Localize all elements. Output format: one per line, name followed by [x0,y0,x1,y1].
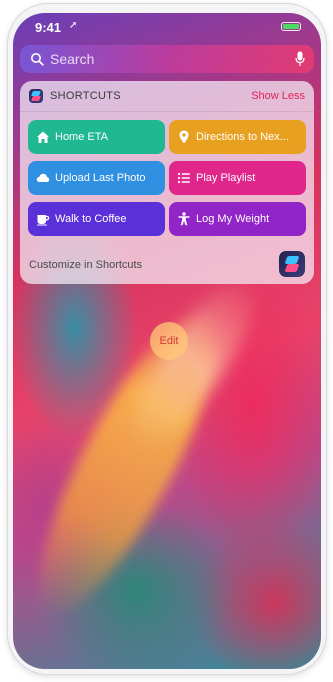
location-arrow-icon: ➚ [69,20,78,31]
status-time: 9:41 [35,20,62,35]
shortcut-label: Log My Weight [196,213,270,225]
home-screen: 9:41 ➚ Search SHORTCUTS Show Less Home E… [13,13,321,669]
list-icon [177,172,190,184]
battery-icon [281,22,301,31]
coffee-cup-icon [37,215,50,226]
shortcut-log-my-weight[interactable]: Log My Weight [169,202,306,236]
search-icon [31,53,44,66]
shortcut-directions[interactable]: Directions to Nex... [169,120,306,154]
widget-header: SHORTCUTS Show Less [20,81,314,111]
shortcuts-widget: SHORTCUTS Show Less Home ETA Directions … [20,81,314,284]
search-field[interactable]: Search [20,45,314,73]
person-icon [178,212,190,226]
widget-title: SHORTCUTS [50,90,121,102]
shortcuts-app-icon [29,89,43,103]
microphone-icon[interactable] [295,51,305,67]
shortcut-upload-last-photo[interactable]: Upload Last Photo [28,161,165,195]
shortcut-home-eta[interactable]: Home ETA [28,120,165,154]
shortcut-play-playlist[interactable]: Play Playlist [169,161,306,195]
shortcut-walk-to-coffee[interactable]: Walk to Coffee [28,202,165,236]
customize-in-shortcuts-link[interactable]: Customize in Shortcuts [29,259,142,271]
house-icon [37,131,49,143]
map-pin-icon [179,130,189,144]
shortcut-label: Walk to Coffee [55,213,127,225]
search-placeholder: Search [50,51,95,67]
shortcut-label: Upload Last Photo [55,172,146,184]
show-less-button[interactable]: Show Less [251,90,305,102]
shortcut-label: Play Playlist [196,172,256,184]
cloud-icon [36,173,50,182]
edit-button[interactable]: Edit [150,322,188,360]
wallpaper-highlight [111,263,275,463]
shortcut-label: Directions to Nex... [196,131,289,143]
status-bar: 9:41 ➚ [13,13,321,41]
divider [20,111,314,112]
shortcut-label: Home ETA [55,131,108,143]
shortcuts-app-icon[interactable] [279,251,305,277]
